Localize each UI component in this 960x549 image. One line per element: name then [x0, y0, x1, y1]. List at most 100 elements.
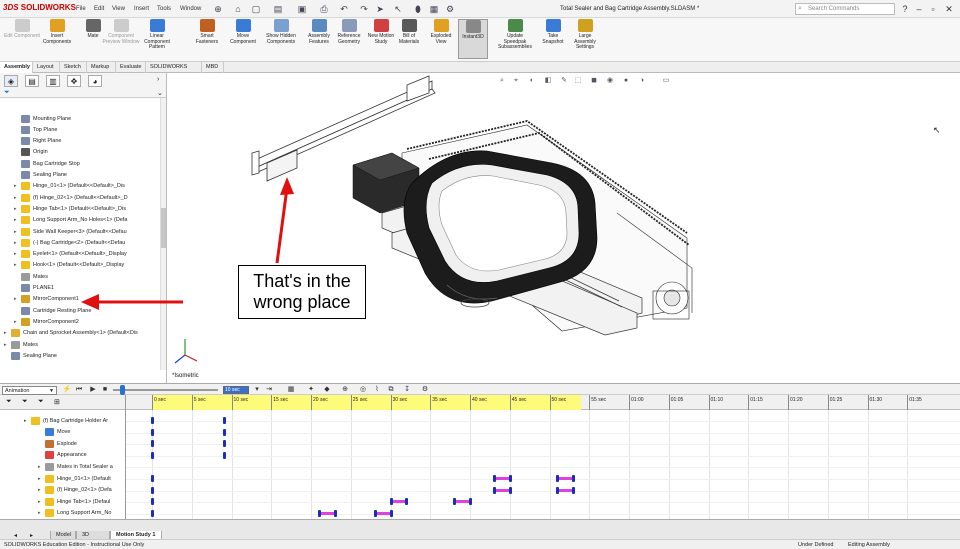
expand-arrow-icon[interactable]: ▸ — [14, 229, 21, 235]
filter-animated-icon[interactable]: ⏷ — [6, 398, 12, 406]
property-manager-tab[interactable]: ▤ — [25, 75, 39, 87]
expand-arrow-icon[interactable]: ▸ — [38, 476, 45, 482]
expand-arrow-icon[interactable]: ▸ — [14, 319, 21, 325]
keyframe[interactable] — [151, 498, 154, 506]
tree-item[interactable]: ▸ Mates — [4, 339, 38, 350]
configuration-manager-tab[interactable]: ▥ — [46, 75, 60, 87]
ribbon-show-hidden-components-button[interactable]: Show Hidden Components — [266, 19, 296, 59]
tree-item[interactable]: Sealing Plane — [4, 350, 57, 361]
expand-arrow-icon[interactable]: ▸ — [14, 240, 21, 246]
autokey-icon[interactable]: ◆ — [322, 385, 332, 395]
tree-item[interactable]: PLANE1 — [14, 283, 54, 294]
filter-results-icon[interactable]: ⊞ — [54, 398, 60, 406]
tab-markup[interactable]: Markup — [87, 62, 116, 73]
expand-arrow-icon[interactable]: ▸ — [4, 342, 11, 348]
motion-tree-item[interactable]: Explode — [38, 438, 77, 449]
filter-selected-icon[interactable]: ⏷ — [38, 398, 44, 406]
keyframe[interactable] — [317, 509, 321, 517]
ribbon-edit-component-button[interactable]: Edit Component — [3, 19, 41, 59]
ribbon-update-speedpak-subassemblies-button[interactable]: Update Speedpak Subassemblies — [496, 19, 534, 59]
open-folder-icon[interactable]: ▤ — [272, 3, 284, 15]
assembly-model-render[interactable] — [167, 73, 960, 383]
save-animation-icon[interactable]: ▦ — [286, 385, 296, 395]
playback-slider[interactable] — [113, 389, 218, 391]
rebuild-icon[interactable]: ⬮ — [412, 3, 424, 15]
keyframe[interactable] — [222, 417, 226, 424]
keyframe[interactable] — [389, 509, 393, 517]
keyframe[interactable] — [222, 440, 226, 448]
motion-timeline[interactable]: 0 sec 5 sec 10 sec 15 sec 20 sec 25 sec 30 sec… — [126, 395, 960, 519]
tab-assembly[interactable]: Assembly — [0, 62, 33, 73]
keyframe[interactable] — [373, 509, 377, 517]
panel-collapse-icon[interactable]: ⌄ — [157, 89, 163, 97]
close-button[interactable]: ✕ — [942, 3, 956, 15]
playback-slider-thumb[interactable] — [120, 385, 125, 395]
tree-item[interactable]: ▸ Hook<1> (Default<<Default>_Display — [14, 260, 124, 271]
tree-item[interactable]: Sealing Plane — [14, 170, 67, 181]
expand-arrow-icon[interactable]: ▸ — [14, 195, 21, 201]
keyframe[interactable] — [405, 498, 409, 506]
keyframe[interactable] — [556, 475, 560, 482]
solidworks-logo[interactable]: 3DS SOLIDWORKS — [3, 3, 76, 12]
ribbon-bill-of-materials-button[interactable]: Bill of Materials — [394, 19, 424, 59]
ribbon-linear-component-pattern-button[interactable]: Linear Component Pattern — [138, 19, 176, 59]
pin-icon[interactable]: ⊕ — [212, 3, 224, 15]
play-from-start-icon[interactable]: ⏮ — [74, 385, 84, 395]
expand-arrow-icon[interactable]: ▸ — [38, 499, 45, 505]
ribbon-take-snapshot-button[interactable]: Take Snapshot — [538, 19, 568, 59]
keyframe[interactable] — [572, 486, 576, 494]
minimize-button[interactable]: – — [912, 3, 926, 15]
menu-tools[interactable]: Tools — [157, 6, 171, 12]
ribbon-exploded-view-button[interactable]: Exploded View — [426, 19, 456, 59]
keyframe[interactable] — [508, 486, 512, 494]
tab-evaluate[interactable]: Evaluate — [116, 62, 146, 73]
keyframe[interactable] — [453, 498, 457, 506]
add-update-key-icon[interactable]: ⊕ — [340, 385, 350, 395]
tree-item[interactable]: ▸ Chain and Sprocket Assembly<1> (Default… — [4, 328, 138, 339]
ribbon-component-preview-window-button[interactable]: Component Preview Window — [102, 19, 140, 59]
dimxpert-tab[interactable]: ✥ — [67, 75, 81, 87]
playback-mode-icon[interactable]: ⇥ — [264, 385, 274, 395]
ribbon-reference-geometry-button[interactable]: Reference Geometry — [334, 19, 364, 59]
motor-icon[interactable]: ◎ — [358, 385, 368, 395]
expand-arrow-icon[interactable]: ▸ — [14, 206, 21, 212]
motion-tree-item[interactable]: ▸ Mates in Total Sealer a — [38, 461, 113, 472]
expand-arrow-icon[interactable]: ▸ — [38, 464, 45, 470]
search-commands-input[interactable]: ⌕ Search Commands — [795, 3, 895, 15]
ribbon-new-motion-study-button[interactable]: New Motion Study — [366, 19, 396, 59]
stop-icon[interactable]: ■ — [100, 385, 110, 395]
ribbon-insert-components-button[interactable]: Insert Components — [38, 19, 76, 59]
expand-arrow-icon[interactable]: ▸ — [14, 217, 21, 223]
expand-arrow-icon[interactable]: ▸ — [4, 330, 11, 336]
tree-item[interactable]: ▸ Hinge Tab<1> (Default<<Default>_Dis — [14, 203, 126, 214]
panel-expand-icon[interactable]: › — [157, 76, 159, 83]
new-document-icon[interactable]: ▢ — [250, 3, 262, 15]
tree-item[interactable]: ▸ MirrorComponent1 — [14, 294, 79, 305]
tree-item[interactable]: Right Plane — [14, 136, 61, 147]
menu-edit[interactable]: Edit — [94, 6, 104, 12]
animation-wizard-icon[interactable]: ✦ — [306, 385, 316, 395]
print-icon[interactable]: ⎙ — [318, 3, 330, 15]
ribbon-smart-fasteners-button[interactable]: Smart Fasteners — [192, 19, 222, 59]
tree-item[interactable]: Bag Cartridge Stop — [14, 158, 80, 169]
tab-layout[interactable]: Layout — [33, 62, 60, 73]
tab-solidworks-add-ins[interactable]: SOLIDWORKS Add-Ins — [146, 62, 202, 81]
expand-arrow-icon[interactable]: ▸ — [14, 183, 21, 189]
display-manager-tab[interactable]: ◕ — [88, 75, 102, 87]
playback-speed-field[interactable]: 10 sec — [223, 386, 249, 394]
redo-icon[interactable]: ↷ — [358, 3, 370, 15]
expand-arrow-icon[interactable]: ▸ — [38, 510, 45, 516]
options-gear-icon[interactable]: ⚙ — [444, 3, 456, 15]
undo-icon[interactable]: ↶ — [338, 3, 350, 15]
tab-mbd[interactable]: MBD — [202, 62, 224, 73]
expand-arrow-icon[interactable]: ▸ — [14, 296, 21, 302]
keyframe[interactable] — [222, 428, 226, 436]
ribbon-instant3d-button[interactable]: Instant3D — [458, 19, 488, 59]
keyframe[interactable] — [492, 475, 496, 482]
tree-item[interactable]: Top Plane — [14, 124, 57, 135]
select-cursor-icon[interactable]: ↖ — [392, 3, 404, 15]
tree-item[interactable]: ▸ MirrorComponent2 — [14, 316, 79, 327]
menu-insert[interactable]: Insert — [134, 6, 149, 12]
tree-item[interactable]: ▸ Side Wall Keeper<3> (Default<<Defau — [14, 226, 127, 237]
feature-manager-tab[interactable]: ◈ — [4, 75, 18, 87]
